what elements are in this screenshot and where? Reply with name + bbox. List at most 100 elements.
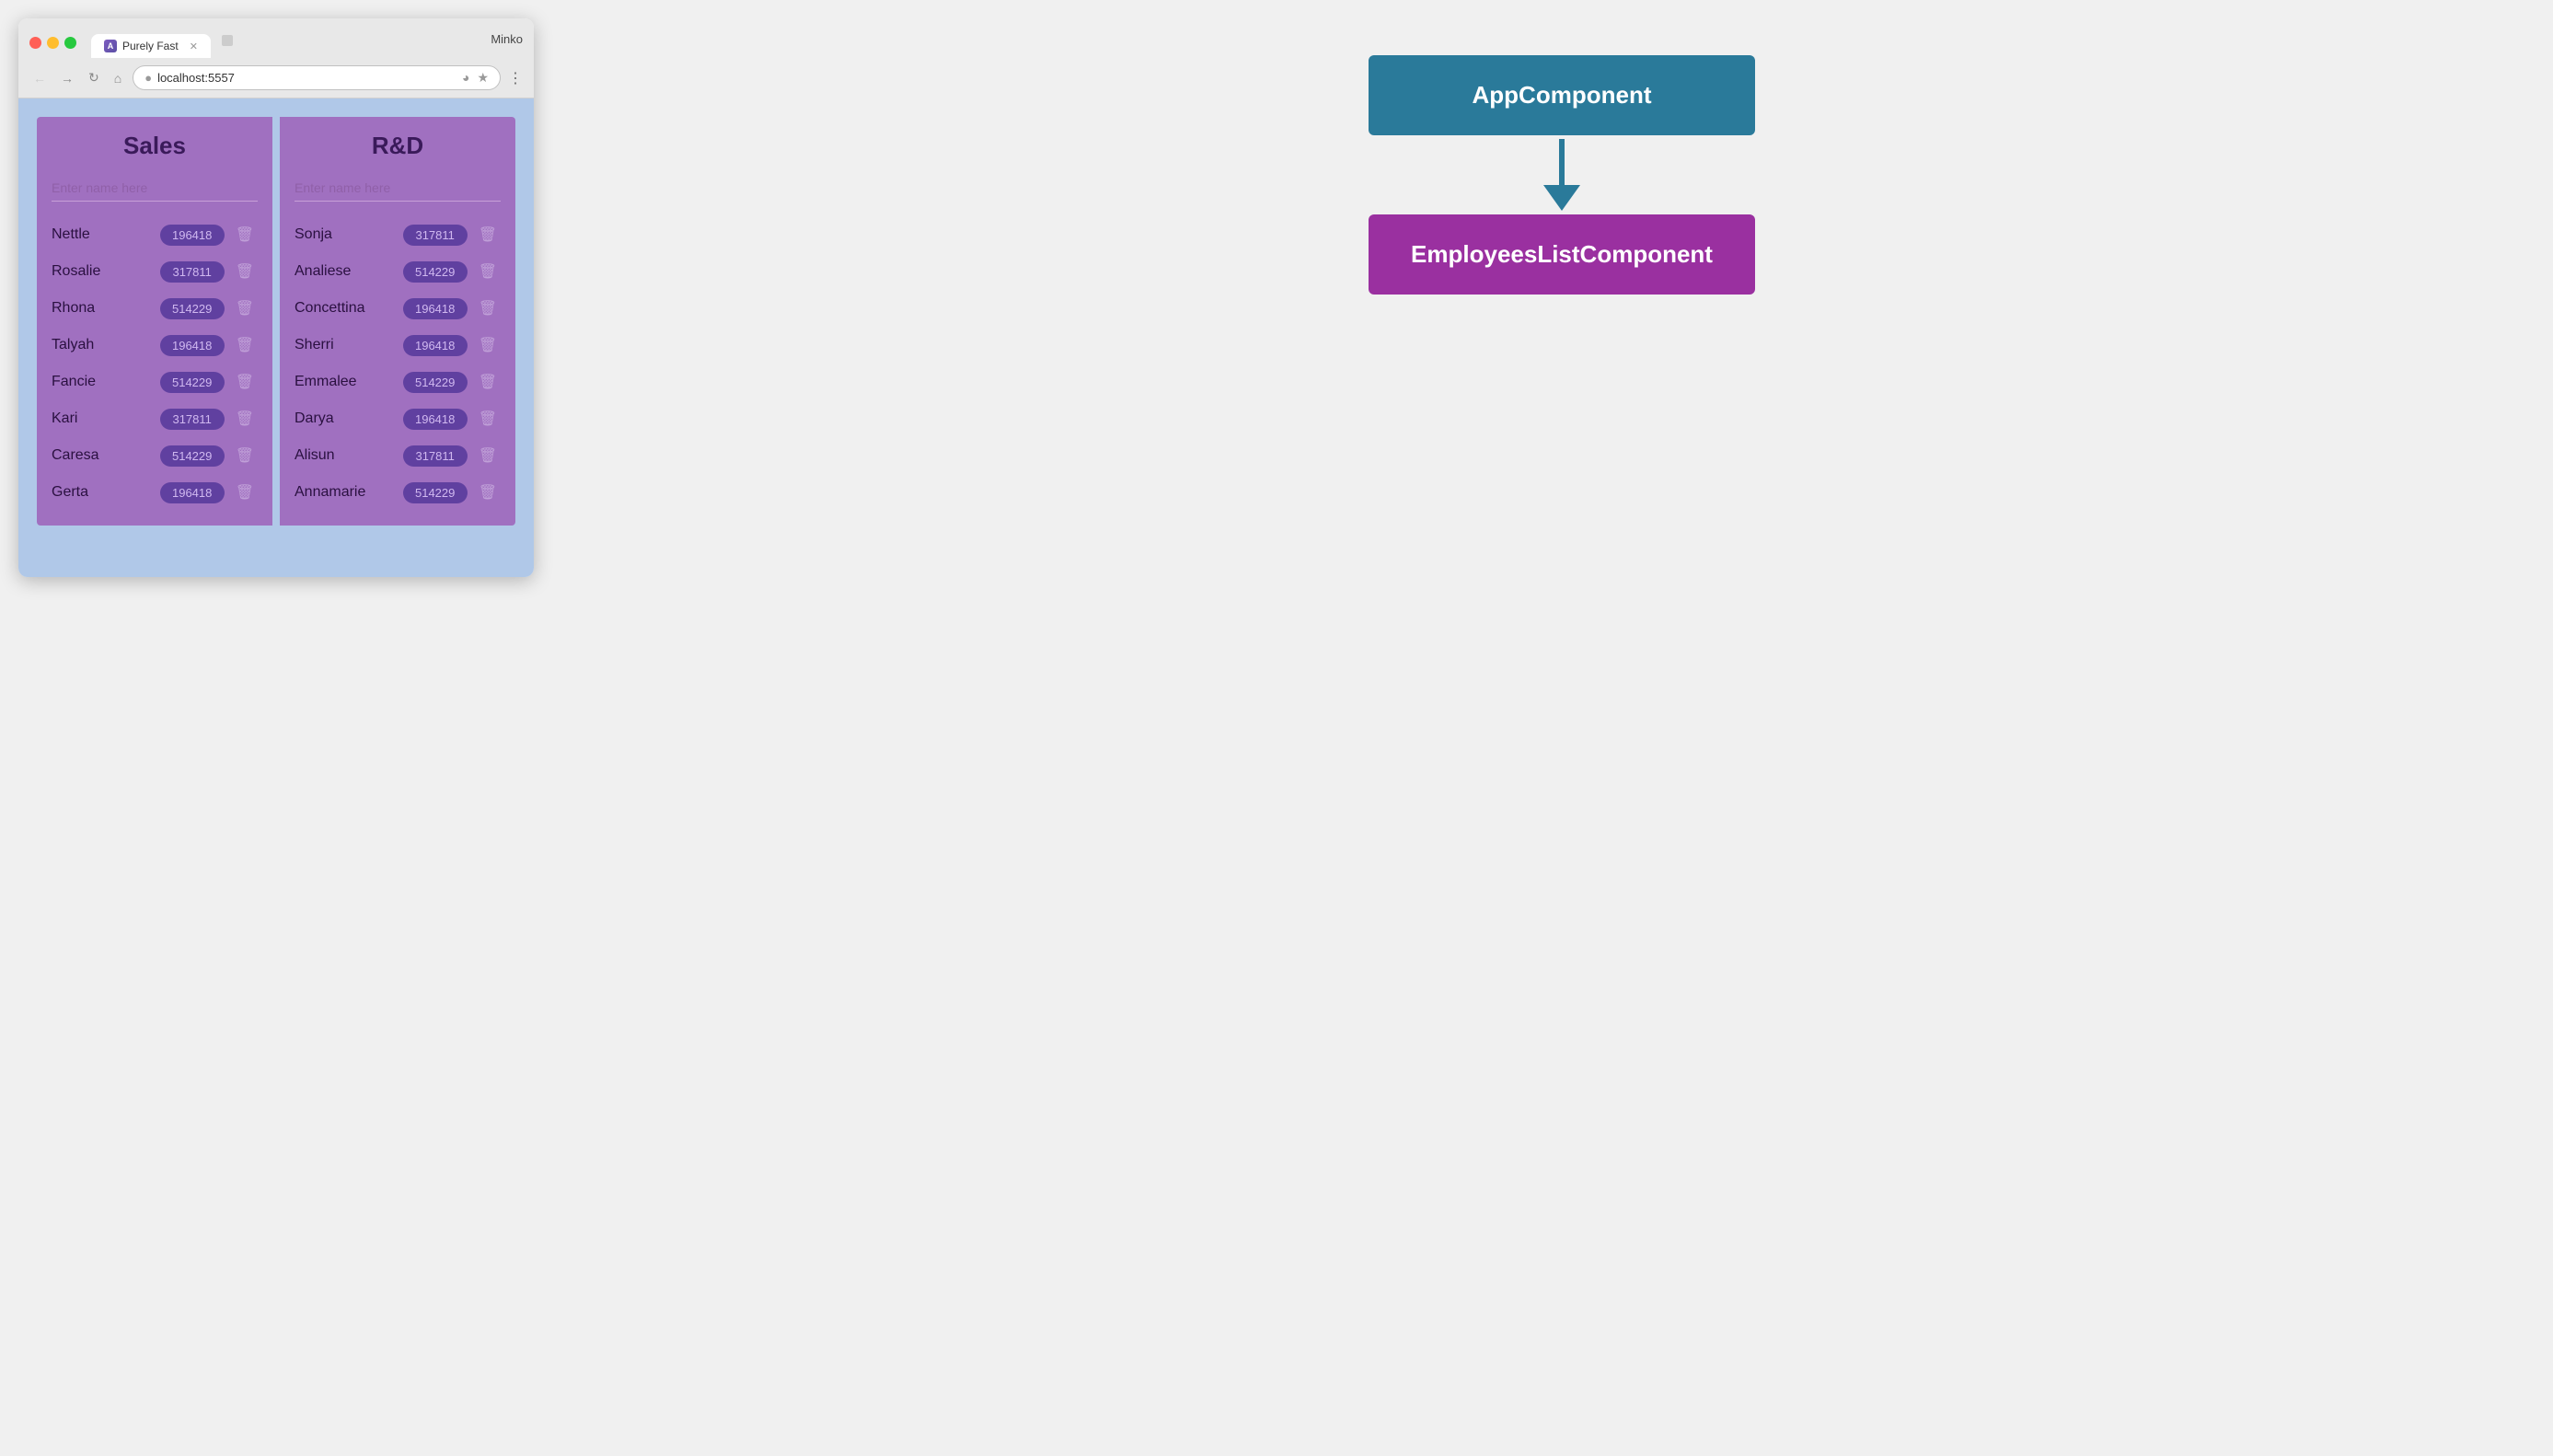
delete-button[interactable]: 🗑 (475, 445, 501, 467)
url-text: localhost:5557 (157, 71, 456, 85)
close-button[interactable] (29, 37, 41, 49)
employee-name: Rhona (52, 300, 153, 317)
arrow-line (1559, 139, 1565, 185)
diagram-panel: AppComponent EmployeesListComponent (589, 18, 2535, 331)
employee-badge: 317811 (160, 261, 225, 283)
employee-name: Concettina (295, 300, 396, 317)
back-button[interactable]: ← (29, 69, 50, 87)
browser-titlebar: A Purely Fast ✕ Minko (18, 18, 534, 58)
employee-row: Alisun 317811 🗑 (295, 437, 501, 474)
tab-bar: A Purely Fast ✕ (91, 28, 483, 58)
employee-badge: 317811 (403, 225, 468, 246)
delete-button[interactable]: 🗑 (232, 445, 258, 467)
employee-name: Kari (52, 410, 153, 427)
diagram-arrow (1543, 139, 1580, 211)
menu-button[interactable]: ⋮ (508, 69, 523, 87)
department-sales: Sales Nettle 196418 🗑 Rosalie 317811 🗑 Rhona 514… (37, 117, 272, 526)
employee-badge: 196418 (160, 225, 225, 246)
delete-button[interactable]: 🗑 (475, 297, 501, 319)
delete-button[interactable]: 🗑 (232, 224, 258, 246)
employee-badge: 514229 (160, 445, 225, 467)
delete-button[interactable]: 🗑 (475, 334, 501, 356)
home-button[interactable]: ⌂ (110, 69, 125, 87)
app-component-label: AppComponent (1473, 81, 1652, 109)
delete-button[interactable]: 🗑 (232, 408, 258, 430)
employee-row: Nettle 196418 🗑 (52, 216, 258, 253)
employee-name: Sonja (295, 226, 396, 243)
employee-name: Caresa (52, 447, 153, 464)
employee-row: Talyah196418🗑 (52, 327, 258, 364)
employee-row: Annamarie 514229 🗑 (295, 474, 501, 511)
employee-name: Annamarie (295, 484, 396, 501)
dept-title-sales: Sales (52, 132, 258, 160)
app-component-box: AppComponent (1369, 55, 1755, 135)
employee-row: Sherri 196418 🗑 (295, 327, 501, 364)
employee-row: Concettina 196418 🗑 (295, 290, 501, 327)
employees-component-box: EmployeesListComponent (1369, 214, 1755, 295)
employees-component-label: EmployeesListComponent (1411, 240, 1713, 268)
employee-row: Fancie514229🗑 (52, 364, 258, 400)
tab-title: Purely Fast (122, 40, 179, 52)
delete-button[interactable]: 🗑 (475, 371, 501, 393)
arrow-head (1543, 185, 1580, 211)
traffic-lights (29, 37, 76, 49)
employee-name: Nettle (52, 226, 153, 243)
employee-row: Caresa 514229 🗑 (52, 437, 258, 474)
employee-row: Rosalie 317811 🗑 (52, 253, 258, 290)
new-tab-button[interactable] (211, 28, 244, 58)
tab-close-button[interactable]: ✕ (190, 40, 198, 52)
delete-button[interactable]: 🗑 (232, 481, 258, 503)
delete-button[interactable]: 🗑 (232, 371, 258, 393)
employee-badge: 196418 (403, 335, 468, 356)
forward-button[interactable]: → (57, 69, 77, 87)
delete-button[interactable]: 🗑 (475, 224, 501, 246)
employee-badge: 317811 (160, 409, 225, 430)
tab-favicon: A (104, 40, 117, 52)
delete-button[interactable]: 🗑 (232, 334, 258, 356)
browser-user: Minko (491, 32, 523, 53)
employee-badge: 514229 (160, 372, 225, 393)
bookmark-icon[interactable]: ★ (477, 70, 489, 86)
employee-row: Emmalee 514229 🗑 (295, 364, 501, 400)
address-actions: ◕ ★ (462, 70, 489, 86)
department-rnd: R&DSonja317811🗑Analiese514229🗑Concettina… (280, 117, 515, 526)
employee-name: Sherri (295, 337, 396, 353)
employee-name: Talyah (52, 337, 153, 353)
browser-window: A Purely Fast ✕ Minko ← → ↻ ⌂ ● localhos… (18, 18, 534, 577)
delete-button[interactable]: 🗑 (232, 297, 258, 319)
delete-button[interactable]: 🗑 (232, 260, 258, 283)
departments-container: Sales Nettle 196418 🗑 Rosalie 317811 🗑 Rhona 514… (37, 117, 515, 526)
delete-button[interactable]: 🗑 (475, 408, 501, 430)
minimize-button[interactable] (47, 37, 59, 49)
employee-row: Gerta 196418 🗑 (52, 474, 258, 511)
cast-icon[interactable]: ◕ (462, 70, 469, 86)
employee-name: Rosalie (52, 263, 153, 280)
reload-button[interactable]: ↻ (85, 68, 103, 87)
employee-row: Rhona 514229 🗑 (52, 290, 258, 327)
employee-name: Emmalee (295, 374, 396, 390)
delete-button[interactable]: 🗑 (475, 481, 501, 503)
employee-badge: 196418 (160, 482, 225, 503)
active-tab[interactable]: A Purely Fast ✕ (91, 34, 211, 58)
employee-name: Alisun (295, 447, 396, 464)
employee-badge: 514229 (403, 372, 468, 393)
employee-row: Kari 317811 🗑 (52, 400, 258, 437)
employee-badge: 514229 (403, 261, 468, 283)
employee-row: Darya 196418 🗑 (295, 400, 501, 437)
lock-icon: ● (144, 71, 152, 85)
dept-input-rnd[interactable] (295, 175, 501, 202)
employee-badge: 196418 (403, 298, 468, 319)
employee-badge: 317811 (403, 445, 468, 467)
employee-badge: 196418 (403, 409, 468, 430)
employee-name: Darya (295, 410, 396, 427)
employee-row: Analiese 514229 🗑 (295, 253, 501, 290)
dept-input-sales[interactable] (52, 175, 258, 202)
browser-content: Sales Nettle 196418 🗑 Rosalie 317811 🗑 Rhona 514… (18, 98, 534, 577)
employee-name: Gerta (52, 484, 153, 501)
address-bar[interactable]: ● localhost:5557 ◕ ★ (133, 65, 501, 90)
employee-badge: 514229 (403, 482, 468, 503)
employee-name: Analiese (295, 263, 396, 280)
maximize-button[interactable] (64, 37, 76, 49)
employee-badge: 514229 (160, 298, 225, 319)
delete-button[interactable]: 🗑 (475, 260, 501, 283)
